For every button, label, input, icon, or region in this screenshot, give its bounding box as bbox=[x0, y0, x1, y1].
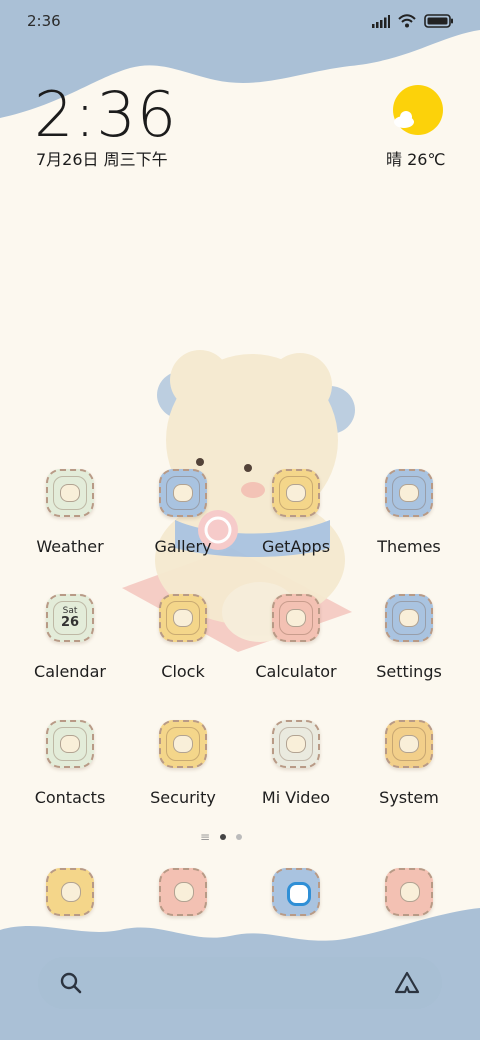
contact-book-icon[interactable] bbox=[46, 720, 94, 768]
clock-widget-date: 7月26日 周三下午 bbox=[36, 150, 168, 169]
app-label: System bbox=[379, 788, 439, 807]
status-time: 2:36 bbox=[27, 12, 61, 30]
page-dot bbox=[236, 834, 243, 840]
icon-glyph bbox=[274, 471, 318, 515]
message-bear-icon[interactable] bbox=[159, 868, 207, 916]
calendar-icon[interactable]: Sat 26 bbox=[46, 594, 94, 642]
calendar-day-number: 26 bbox=[60, 615, 80, 630]
search-bar[interactable] bbox=[38, 957, 442, 1009]
browser-ring-icon[interactable] bbox=[272, 868, 320, 916]
app-label: Themes bbox=[377, 537, 441, 556]
camera-icon[interactable] bbox=[385, 868, 433, 916]
sun-cloud-icon[interactable] bbox=[392, 84, 444, 136]
icon-glyph bbox=[48, 722, 92, 766]
app-calculator[interactable]: Calculator bbox=[241, 594, 351, 681]
icon-glyph bbox=[387, 596, 431, 640]
app-label: Mi Video bbox=[261, 788, 331, 807]
app-label: Clock bbox=[161, 662, 205, 681]
icon-glyph bbox=[161, 596, 205, 640]
dock-icon-glyph bbox=[400, 882, 420, 902]
app-label: Calculator bbox=[255, 662, 337, 681]
dock-icon-glyph bbox=[61, 882, 81, 902]
app-getapps[interactable]: GetApps bbox=[241, 469, 351, 556]
wifi-icon bbox=[398, 13, 416, 32]
umbrella-icon[interactable] bbox=[46, 469, 94, 517]
signal-icon bbox=[372, 13, 390, 32]
app-label: Calendar bbox=[34, 662, 106, 681]
calendar-date: Sat 26 bbox=[48, 596, 92, 640]
page-dot-active bbox=[220, 834, 227, 840]
icon-glyph bbox=[161, 722, 205, 766]
cat-face-icon[interactable] bbox=[385, 469, 433, 517]
app-system[interactable]: System bbox=[354, 720, 464, 807]
app-mi-video[interactable]: Mi Video bbox=[241, 720, 351, 807]
icon-glyph bbox=[274, 722, 318, 766]
video-ticket-icon[interactable] bbox=[272, 720, 320, 768]
page-indicator[interactable]: ≡ bbox=[200, 830, 243, 844]
assistant-icon[interactable] bbox=[394, 971, 420, 999]
lipstick-icon[interactable] bbox=[272, 469, 320, 517]
icon-glyph bbox=[161, 471, 205, 515]
dock-icon-glyph bbox=[287, 882, 311, 906]
folder-icon[interactable] bbox=[385, 720, 433, 768]
app-label: Contacts bbox=[34, 788, 106, 807]
app-label: Settings bbox=[376, 662, 442, 681]
bear-photo-icon[interactable] bbox=[159, 469, 207, 517]
clock-widget-time[interactable]: 2:36 bbox=[34, 78, 177, 151]
app-weather[interactable]: Weather bbox=[15, 469, 125, 556]
icon-glyph bbox=[274, 596, 318, 640]
feed-page-icon: ≡ bbox=[200, 830, 211, 844]
dock-icon-glyph bbox=[174, 882, 194, 902]
calculator-icon[interactable] bbox=[272, 594, 320, 642]
app-security[interactable]: Security bbox=[128, 720, 238, 807]
shield-bear-icon[interactable] bbox=[159, 720, 207, 768]
phone-bird-icon[interactable] bbox=[46, 868, 94, 916]
battery-icon bbox=[424, 13, 454, 32]
app-label: Gallery bbox=[154, 537, 212, 556]
app-themes[interactable]: Themes bbox=[354, 469, 464, 556]
alarm-clock-icon[interactable] bbox=[159, 594, 207, 642]
weather-widget-text: 晴 26℃ bbox=[386, 150, 446, 169]
app-gallery[interactable]: Gallery bbox=[128, 469, 238, 556]
app-clock[interactable]: Clock bbox=[128, 594, 238, 681]
icon-glyph bbox=[48, 471, 92, 515]
app-label: GetApps bbox=[261, 537, 331, 556]
search-icon[interactable] bbox=[60, 972, 82, 998]
app-contacts[interactable]: Contacts bbox=[15, 720, 125, 807]
app-label: Security bbox=[150, 788, 216, 807]
app-label: Weather bbox=[36, 537, 104, 556]
app-calendar[interactable]: Sat 26 Calendar bbox=[15, 594, 125, 681]
app-settings[interactable]: Settings bbox=[354, 594, 464, 681]
status-bar: 2:36 bbox=[0, 0, 480, 42]
flower-cat-icon[interactable] bbox=[385, 594, 433, 642]
icon-glyph bbox=[387, 471, 431, 515]
icon-glyph bbox=[387, 722, 431, 766]
